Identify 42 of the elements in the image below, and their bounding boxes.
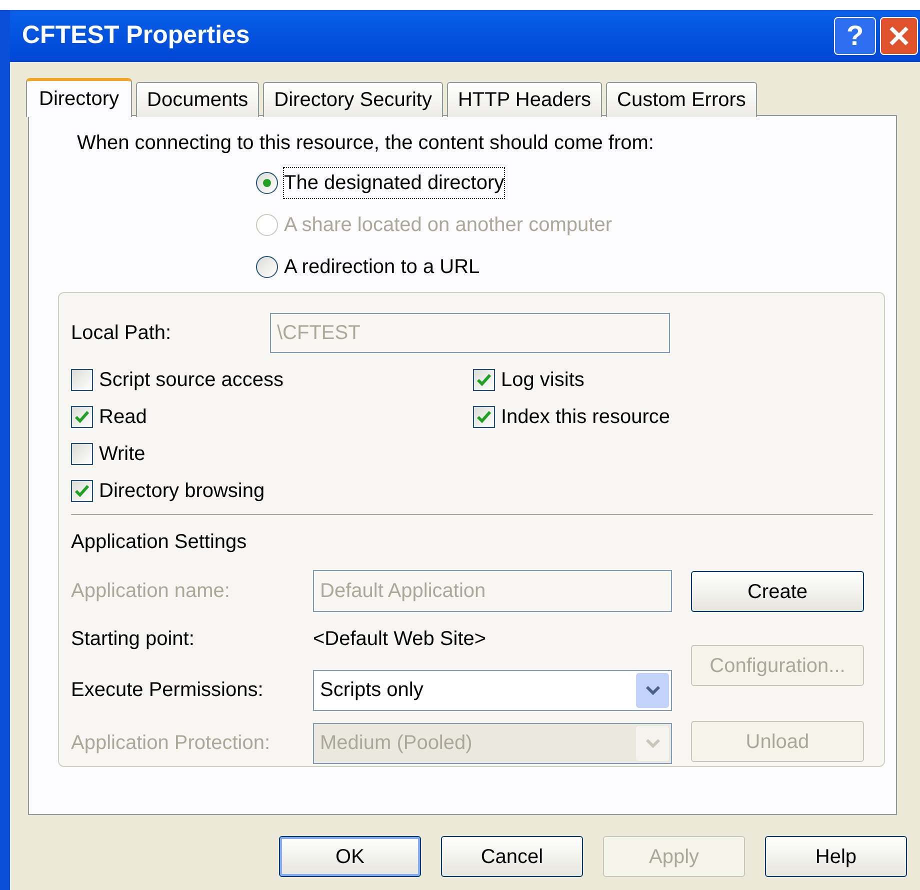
checkbox-label: Script source access: [99, 368, 284, 393]
button[interactable]: Help: [765, 836, 907, 877]
dropdown-arrow-button[interactable]: [636, 672, 669, 708]
radio-label: A redirection to a URL: [284, 255, 480, 280]
field-label: Starting point:: [71, 627, 196, 652]
window-title: CFTEST Properties: [22, 20, 251, 52]
checkbox-label: Log visits: [501, 368, 584, 393]
dropdown[interactable]: Scripts only: [313, 670, 672, 710]
tab[interactable]: Documents: [136, 82, 260, 117]
help-button[interactable]: ?: [834, 17, 876, 55]
tab[interactable]: Custom Errors: [606, 82, 757, 117]
checkbox[interactable]: [473, 406, 495, 428]
field-label: Application name:: [71, 579, 231, 604]
checkbox-label: Write: [99, 442, 146, 467]
tab[interactable]: Directory Security: [263, 82, 443, 117]
button[interactable]: Cancel: [441, 836, 583, 877]
button[interactable]: Create: [691, 571, 864, 612]
prompt-text: When connecting to this resource, the content should come from:: [77, 131, 655, 156]
close-icon: [888, 25, 910, 47]
radio-label: The designated directory: [284, 168, 504, 198]
radio-label: A share located on another computer: [284, 213, 612, 238]
checkbox[interactable]: [71, 480, 93, 502]
chevron-down-icon: [646, 738, 660, 748]
checkbox[interactable]: [71, 369, 93, 391]
tab[interactable]: Directory: [26, 78, 132, 117]
starting-point-value: <Default Web Site>: [313, 627, 486, 652]
radio-button[interactable]: [256, 256, 278, 278]
checkbox[interactable]: [473, 369, 495, 391]
radio-button[interactable]: [256, 172, 278, 194]
local-path-label: Local Path:: [71, 321, 172, 346]
chevron-down-icon: [646, 685, 660, 695]
checkbox-label: Index this resource: [501, 405, 670, 430]
field-label: Execute Permissions:: [71, 678, 264, 703]
checkbox[interactable]: [71, 443, 93, 465]
field-label: Application Protection:: [71, 731, 272, 756]
tab[interactable]: HTTP Headers: [446, 82, 602, 117]
checkbox-label: Read: [99, 405, 147, 430]
section-heading: Application Settings: [71, 530, 248, 555]
checkbox-label: Directory browsing: [99, 479, 265, 504]
close-button[interactable]: [880, 17, 918, 55]
button[interactable]: OK: [279, 836, 421, 877]
checkbox[interactable]: [71, 406, 93, 428]
